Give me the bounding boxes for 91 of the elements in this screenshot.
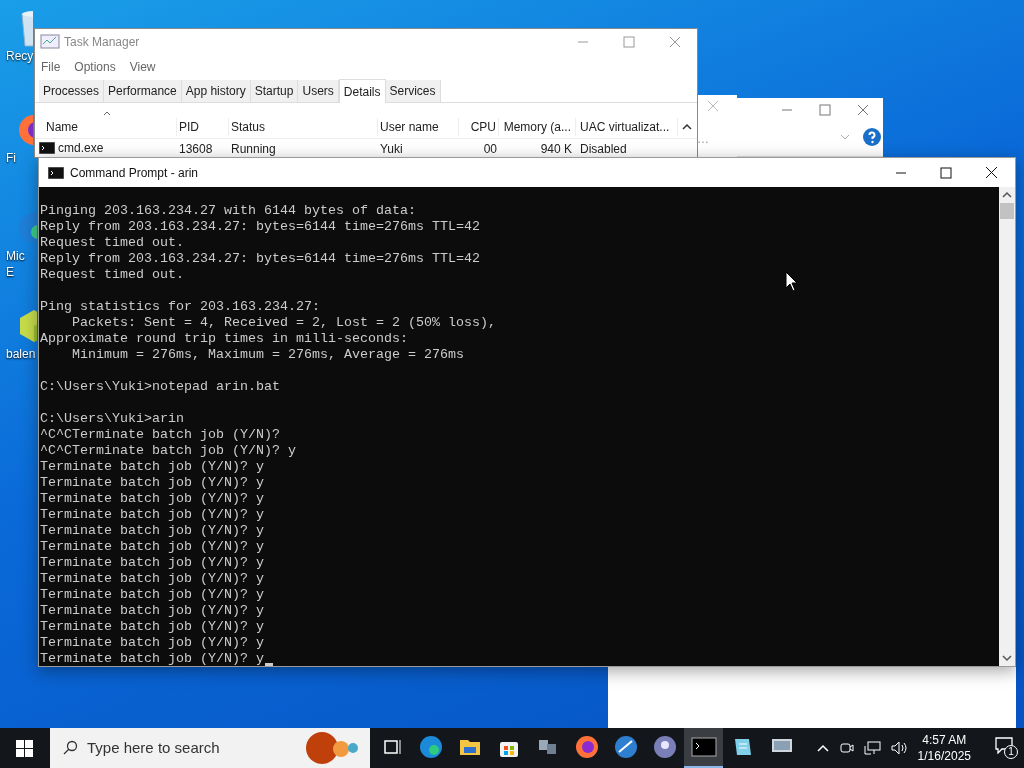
- column-header[interactable]: CPU: [459, 117, 499, 136]
- clock-time[interactable]: 4:57 AM: [922, 732, 967, 748]
- tab[interactable]: Processes: [39, 80, 105, 102]
- console-line: Terminate batch job (Y/N)? y: [40, 651, 264, 666]
- search-icon: [62, 740, 78, 756]
- table-cell: 13608: [179, 142, 213, 156]
- column-header[interactable]: Memory (a...: [499, 117, 576, 136]
- console-line: ^C^CTerminate batch job (Y/N)? y: [40, 443, 296, 459]
- console-line: Terminate batch job (Y/N)? y: [40, 507, 264, 523]
- menu-item[interactable]: Options: [74, 58, 116, 76]
- terminal-icon: [48, 166, 64, 179]
- help-icon[interactable]: [863, 128, 881, 146]
- search-placeholder: Type here to search: [87, 737, 220, 758]
- console-line: Terminate batch job (Y/N)? y: [40, 619, 264, 635]
- window-title: Task Manager: [64, 34, 140, 51]
- menu-item[interactable]: View: [129, 58, 156, 76]
- console-line: Terminate batch job (Y/N)? y: [40, 475, 264, 491]
- column-header[interactable]: Status: [229, 117, 378, 136]
- tab[interactable]: App history: [181, 80, 251, 102]
- column-header[interactable]: UAC virtualizat...: [576, 117, 678, 136]
- taskbar-app-button[interactable]: [684, 728, 723, 768]
- network-icon[interactable]: [863, 740, 882, 756]
- sphere-icon: [652, 735, 677, 759]
- console-line: Terminate batch job (Y/N)? y: [40, 603, 264, 619]
- console-line: Terminate batch job (Y/N)? y: [40, 459, 264, 475]
- terminal-icon: [39, 142, 55, 154]
- desktop-icon-label: E: [6, 264, 14, 280]
- window-title: Command Prompt - arin: [70, 164, 199, 182]
- volume-icon[interactable]: [890, 740, 909, 756]
- console-line: Approximate round trip times in milli-seconds:: [40, 331, 408, 347]
- console-line: Pinging 203.163.234.27 with 6144 bytes of data:: [40, 203, 416, 219]
- table-cell: 940 K: [540, 142, 572, 156]
- desktop-icon-label: Fi: [6, 150, 16, 166]
- console-line: Terminate batch job (Y/N)? y: [40, 491, 264, 507]
- sort-caret-icon[interactable]: [103, 111, 111, 116]
- tab[interactable]: Services: [385, 80, 441, 102]
- console-line: Reply from 203.163.234.27: bytes=6144 time=276ms TTL=42: [40, 219, 480, 235]
- console-line: Terminate batch job (Y/N)? y: [40, 539, 264, 555]
- close-icon[interactable]: [985, 166, 998, 179]
- text-cursor: [264, 663, 273, 666]
- console-line: Terminate batch job (Y/N)? y: [40, 635, 264, 651]
- scroll-down-icon[interactable]: [1002, 654, 1012, 662]
- console-line: C:\Users\Yuki>arin: [40, 411, 184, 427]
- search-field[interactable]: Type here to search: [50, 728, 370, 768]
- windows-start-icon[interactable]: [16, 739, 33, 757]
- tab[interactable]: Startup: [250, 80, 299, 102]
- console-line: C:\Users\Yuki>notepad arin.bat: [40, 379, 280, 395]
- scroll-thumb[interactable]: [1000, 203, 1014, 219]
- scrollbar[interactable]: [999, 187, 1015, 666]
- notifications-icon[interactable]: [994, 736, 1014, 754]
- scroll-up-icon[interactable]: [1002, 191, 1012, 199]
- column-header[interactable]: User name: [378, 117, 459, 136]
- task-manager-icon: [40, 34, 60, 50]
- scroll-up-icon[interactable]: [682, 122, 692, 131]
- globe-icon: [613, 735, 638, 759]
- terminal-icon: [690, 737, 717, 757]
- truncated-text: …: [697, 131, 709, 148]
- tab[interactable]: Performance: [104, 80, 182, 102]
- table-cell-text: cmd.exe: [58, 140, 104, 157]
- desktop-icon-label: balen: [6, 346, 36, 362]
- mouse-pointer-icon: [785, 271, 798, 292]
- edge-icon: [418, 735, 443, 759]
- console-line: Terminate batch job (Y/N)? y: [40, 571, 264, 587]
- table-cell: Running: [231, 142, 276, 156]
- tab[interactable]: Users: [298, 80, 339, 102]
- table-cell: Disabled: [580, 142, 627, 156]
- console-line: Request timed out.: [40, 235, 184, 251]
- clock-date[interactable]: 1/16/2025: [917, 748, 971, 764]
- maximize-icon[interactable]: [940, 166, 952, 179]
- menu-item[interactable]: File: [41, 58, 61, 76]
- console-line: Terminate batch job (Y/N)? y: [40, 555, 264, 571]
- notification-count-badge: 1: [1004, 745, 1018, 759]
- console-line: Ping statistics for 203.163.234.27:: [40, 299, 320, 315]
- console-line: Terminate batch job (Y/N)? y: [40, 587, 264, 603]
- desktop-icon-label: Recy: [6, 48, 34, 64]
- firefox-icon: [574, 735, 599, 759]
- camera-icon[interactable]: [838, 740, 855, 756]
- table-cell: Yuki: [380, 142, 403, 156]
- console-line: Reply from 203.163.234.27: bytes=6144 time=276ms TTL=42: [40, 251, 480, 267]
- column-header[interactable]: PID: [177, 117, 229, 136]
- task-view-icon: [381, 737, 402, 757]
- console-line: ^C^CTerminate batch job (Y/N)?: [40, 427, 280, 443]
- console-line: Packets: Sent = 4, Received = 2, Lost = 2 (50% loss),: [71, 315, 496, 331]
- console-line: Terminate batch job (Y/N)? y: [40, 523, 264, 539]
- chevron-up-icon[interactable]: [815, 743, 830, 753]
- column-header[interactable]: Name: [35, 117, 177, 136]
- tab[interactable]: Details: [338, 79, 386, 103]
- console-line: Minimum = 276ms, Maximum = 276ms, Average = 276ms: [71, 347, 464, 363]
- desktop-icon-label: Mic: [6, 248, 25, 264]
- table-cell: 00: [483, 142, 497, 156]
- console-line: Request timed out.: [40, 267, 184, 283]
